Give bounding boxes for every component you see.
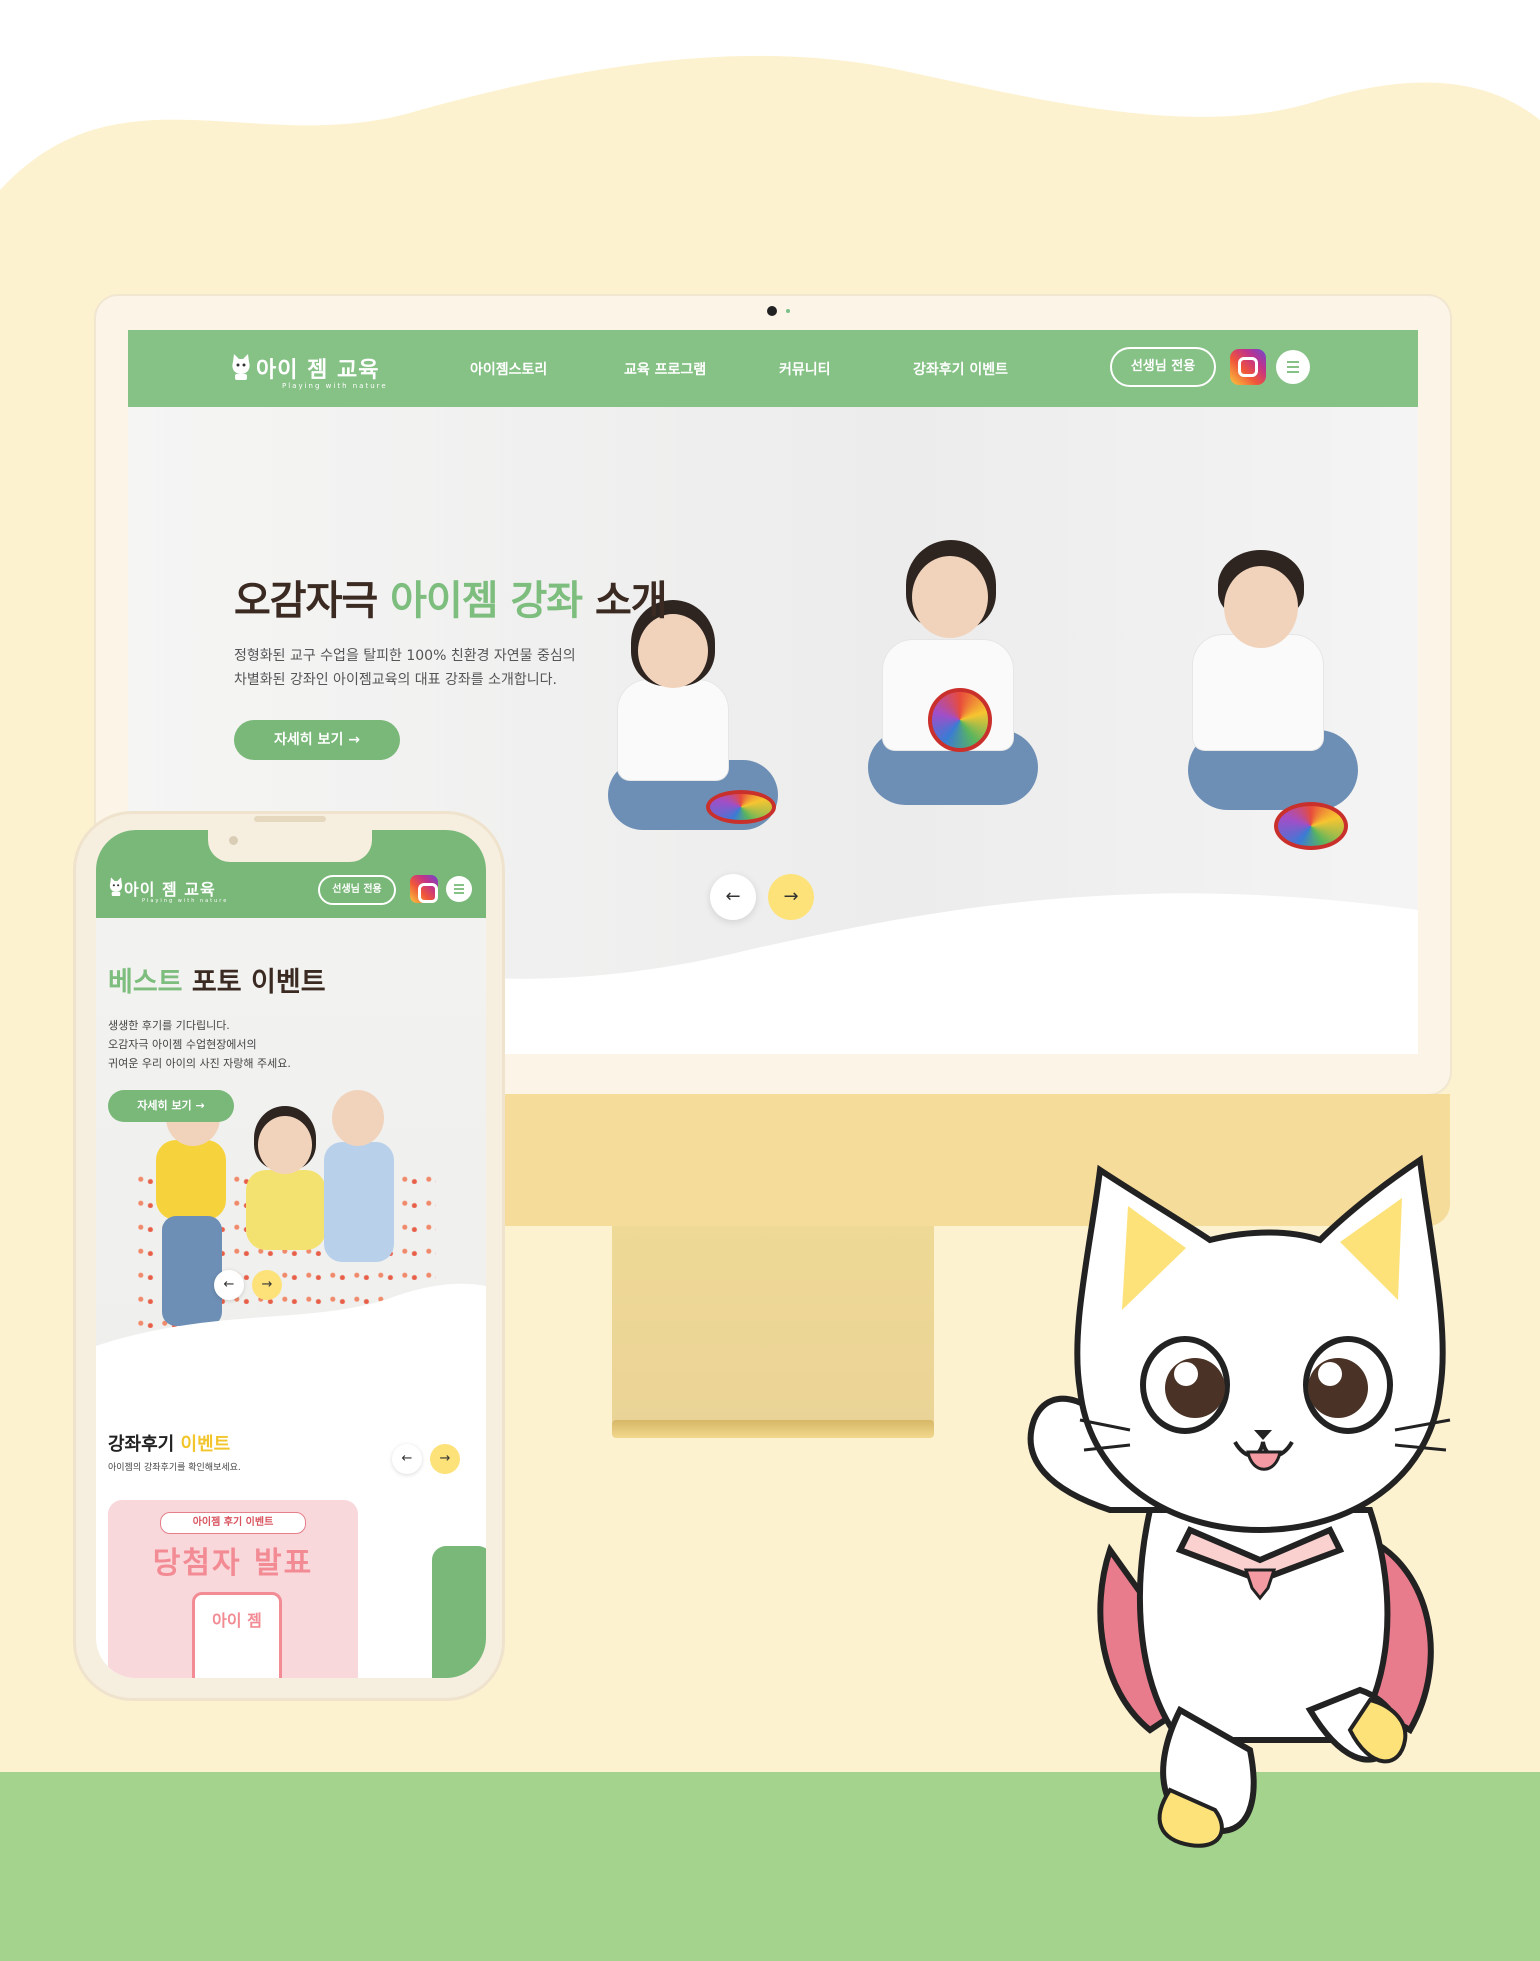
- hero-next-button[interactable]: →: [768, 874, 814, 920]
- mobile-instagram-icon[interactable]: [410, 875, 438, 903]
- review-card[interactable]: 아이젬 후기 이벤트 당첨자 발표 아이 젬: [108, 1500, 358, 1678]
- mobile-hamburger-menu-icon[interactable]: [446, 876, 472, 902]
- mobile-logo-text: 아이 젬 교육: [124, 880, 216, 899]
- mobile-hero-desc-line2: 오감자극 아이젬 수업현장에서의: [108, 1038, 257, 1051]
- review-card-next[interactable]: [432, 1546, 486, 1678]
- review-card-phone-logo: 아이 젬: [212, 1611, 262, 1630]
- mobile-logo[interactable]: 아이 젬 교육 Playing with nature: [108, 876, 228, 904]
- review-prev-button[interactable]: ←: [392, 1444, 422, 1474]
- hero-desc-line2: 차별화된 강좌인 아이젬교육의 대표 강좌를 소개합니다.: [234, 672, 557, 688]
- review-title-highlight: 이벤트: [174, 1434, 231, 1455]
- review-card-badge-text: 아이젬 후기 이벤트: [192, 1517, 274, 1528]
- hero-detail-button[interactable]: 자세히 보기 →: [234, 720, 400, 760]
- mobile-hero-desc-line1: 생생한 후기를 기다립니다.: [108, 1019, 230, 1032]
- instagram-icon[interactable]: [1230, 349, 1266, 385]
- mobile-hero-title-highlight: 베스트: [108, 967, 183, 998]
- review-card-phone: 아이 젬: [192, 1592, 282, 1678]
- mobile-hero-title-rest: 포토 이벤트: [182, 967, 326, 998]
- monitor-foot: [612, 1420, 934, 1438]
- mobile-hero-wave: [96, 1283, 486, 1366]
- phone-notch: [208, 830, 372, 862]
- review-subtitle: 아이젬의 강좌후기를 확인해보세요.: [108, 1463, 241, 1473]
- teacher-only-button[interactable]: 선생님 전용: [1110, 347, 1216, 387]
- cat-mascot: [1027, 1154, 1451, 1848]
- hero-description: 정형화된 교구 수업을 탈피한 100% 친환경 자연물 중심의 차별화된 강좌…: [234, 644, 576, 692]
- mobile-hero-desc-line3: 귀여운 우리 아이의 사진 자랑해 주세요.: [108, 1057, 291, 1070]
- mobile-hero-description: 생생한 후기를 기다립니다. 오감자극 아이젬 수업현장에서의 귀여운 우리 아…: [108, 1016, 291, 1073]
- cat-logo-icon: [232, 354, 250, 380]
- hero-prev-button[interactable]: ←: [710, 874, 756, 920]
- hero-title: 오감자극 아이젬 강좌 소개: [234, 568, 668, 626]
- mobile-hero-prev-button[interactable]: ←: [214, 1270, 244, 1300]
- hero-desc-line1: 정형화된 교구 수업을 탈피한 100% 친환경 자연물 중심의: [234, 648, 576, 664]
- nav-community[interactable]: 커뮤니티: [779, 359, 831, 379]
- nav-review-event[interactable]: 강좌후기 이벤트: [913, 359, 1008, 379]
- desktop-header: 아이 젬 교육 Playing with nature 아이젬스토리 교육 프로그…: [128, 330, 1418, 407]
- mobile-hero-title: 베스트 포토 이벤트: [108, 960, 326, 999]
- monitor-camera: [767, 306, 777, 316]
- nav-program[interactable]: 교육 프로그램: [624, 359, 706, 379]
- hero-title-prefix: 오감자극: [234, 578, 391, 624]
- review-card-headline: 당첨자 발표: [152, 1546, 314, 1581]
- review-next-button[interactable]: →: [430, 1444, 460, 1474]
- hero-title-highlight: 아이젬 강좌: [390, 578, 583, 624]
- review-card-badge: 아이젬 후기 이벤트: [160, 1512, 306, 1534]
- logo-tagline: Playing with nature: [282, 382, 388, 390]
- mobile-screen: 아이 젬 교육 Playing with nature 선생님 전용 베스트 포토…: [96, 830, 486, 1678]
- mobile-hero-next-button[interactable]: →: [252, 1270, 282, 1300]
- logo[interactable]: 아이 젬 교육 Playing with nature: [232, 352, 388, 390]
- cat-logo-icon: [109, 877, 123, 896]
- phone-speaker: [254, 816, 326, 822]
- phone-front-camera: [229, 836, 238, 845]
- logo-text: 아이 젬 교육: [256, 358, 380, 383]
- mobile-teacher-only-button[interactable]: 선생님 전용: [318, 875, 396, 905]
- hero-title-suffix: 소개: [582, 578, 668, 624]
- review-section-title: 강좌후기 이벤트: [108, 1430, 230, 1456]
- monitor-stand: [612, 1226, 934, 1426]
- review-title-main: 강좌후기: [108, 1434, 175, 1455]
- monitor-camera-light: [786, 309, 790, 313]
- mobile-hero-detail-button[interactable]: 자세히 보기 →: [108, 1090, 234, 1122]
- hamburger-menu-icon[interactable]: [1276, 350, 1310, 384]
- nav-story[interactable]: 아이젬스토리: [470, 359, 547, 379]
